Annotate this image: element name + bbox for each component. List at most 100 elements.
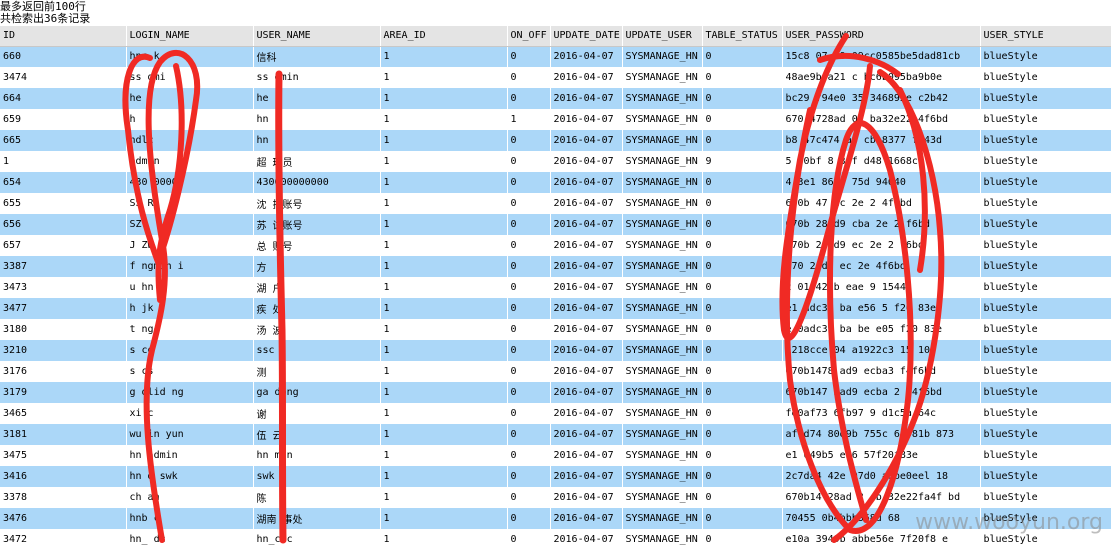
cell-table-status[interactable]: 0 — [702, 508, 783, 529]
cell-id[interactable]: 1 — [0, 151, 127, 172]
cell-on-off[interactable]: 0 — [507, 403, 551, 424]
cell-id[interactable]: 3181 — [0, 424, 127, 445]
cell-update-date[interactable]: 2016-04-07 — [550, 508, 623, 529]
cell-on-off[interactable]: 0 — [507, 361, 551, 382]
cell-update-user[interactable]: SYSMANAGE_HN — [622, 214, 703, 235]
cell-user-style[interactable]: blueStyle — [980, 319, 1111, 340]
cell-update-user[interactable]: SYSMANAGE_HN — [622, 361, 703, 382]
cell-id[interactable]: 3475 — [0, 445, 127, 466]
cell-user-password[interactable]: 2 01 42db eae 9 1544 — [782, 277, 981, 298]
cell-user-style[interactable]: blueStyle — [980, 424, 1111, 445]
cell-user-style[interactable]: blueStyle — [980, 466, 1111, 487]
cell-update-date[interactable]: 2016-04-07 — [550, 172, 623, 193]
cell-id[interactable]: 657 — [0, 235, 127, 256]
table-row[interactable]: 3181 wu in yun 伍 云 1 0 2016-04-07 SYSMANAGE_HN… — [0, 424, 1111, 445]
cell-user-name[interactable]: 430000000000 — [253, 172, 381, 193]
cell-area-id[interactable]: 1 — [380, 298, 508, 319]
cell-update-user[interactable]: SYSMANAGE_HN — [622, 235, 703, 256]
cell-user-name[interactable]: 测 — [253, 361, 381, 382]
cell-area-id[interactable]: 1 — [380, 487, 508, 508]
cell-user-password[interactable]: bc29 f94e0 35 346892e c2b42 — [782, 88, 981, 109]
cell-table-status[interactable]: 0 — [702, 88, 783, 109]
cell-update-user[interactable]: SYSMANAGE_HN — [622, 67, 703, 88]
cell-id[interactable]: 3180 — [0, 319, 127, 340]
cell-id[interactable]: 3473 — [0, 277, 127, 298]
cell-area-id[interactable]: 1 — [380, 340, 508, 361]
cell-on-off[interactable]: 0 — [507, 382, 551, 403]
cell-user-style[interactable]: blueStyle — [980, 130, 1111, 151]
cell-user-name[interactable]: ss dmin — [253, 67, 381, 88]
cell-area-id[interactable]: 1 — [380, 193, 508, 214]
table-row[interactable]: 3210 s cq ssc 1 0 2016-04-07 SYSMANAGE_HN 0 1218… — [0, 340, 1111, 361]
cell-update-user[interactable]: SYSMANAGE_HN — [622, 424, 703, 445]
cell-login-name[interactable]: s cq — [126, 340, 254, 361]
cell-login-name[interactable]: hnc k — [126, 46, 254, 67]
cell-update-date[interactable]: 2016-04-07 — [550, 235, 623, 256]
cell-login-name[interactable]: J ZW — [126, 235, 254, 256]
cell-user-style[interactable]: blueStyle — [980, 445, 1111, 466]
column-header-update-user[interactable]: UPDATE_USER — [622, 26, 703, 47]
cell-area-id[interactable]: 1 — [380, 235, 508, 256]
cell-table-status[interactable]: 0 — [702, 109, 783, 130]
cell-update-date[interactable]: 2016-04-07 — [550, 361, 623, 382]
cell-area-id[interactable]: 1 — [380, 67, 508, 88]
cell-user-style[interactable]: blueStyle — [980, 487, 1111, 508]
cell-user-style[interactable]: blueStyle — [980, 298, 1111, 319]
table-row[interactable]: 3416 hn d swk swk 1 0 2016-04-07 SYSMANAGE_HN 0… — [0, 466, 1111, 487]
cell-update-user[interactable]: SYSMANAGE_HN — [622, 445, 703, 466]
cell-user-password[interactable]: 2c7da4 42e 07d0 adbe0eel 18 — [782, 466, 981, 487]
column-header-area-id[interactable]: AREA_ID — [380, 26, 508, 47]
cell-area-id[interactable]: 1 — [380, 256, 508, 277]
cell-table-status[interactable]: 0 — [702, 46, 783, 67]
cell-login-name[interactable]: h jk — [126, 298, 254, 319]
cell-login-name[interactable]: hn admin — [126, 445, 254, 466]
cell-update-date[interactable]: 2016-04-07 — [550, 382, 623, 403]
cell-update-date[interactable]: 2016-04-07 — [550, 214, 623, 235]
cell-user-password[interactable]: e 0adc39 ba be e05 f20 83e — [782, 319, 981, 340]
table-row[interactable]: 665 ndlc hn c 1 0 2016-04-07 SYSMANAGE_HN 0 b8 4… — [0, 130, 1111, 151]
cell-user-name[interactable]: 超 理员 — [253, 151, 381, 172]
cell-area-id[interactable]: 1 — [380, 172, 508, 193]
cell-on-off[interactable]: 0 — [507, 46, 551, 67]
cell-user-password[interactable]: 670b14 28ad 2 cb 32e22fa4f bd — [782, 487, 981, 508]
cell-update-user[interactable]: SYSMANAGE_HN — [622, 298, 703, 319]
cell-user-style[interactable]: blueStyle — [980, 403, 1111, 424]
cell-user-name[interactable]: hn c — [253, 130, 381, 151]
cell-update-user[interactable]: SYSMANAGE_HN — [622, 88, 703, 109]
cell-login-name[interactable]: admin — [126, 151, 254, 172]
cell-user-style[interactable]: blueStyle — [980, 382, 1111, 403]
cell-update-user[interactable]: SYSMANAGE_HN — [622, 508, 703, 529]
cell-update-date[interactable]: 2016-04-07 — [550, 151, 623, 172]
cell-on-off[interactable]: 0 — [507, 424, 551, 445]
cell-table-status[interactable]: 0 — [702, 361, 783, 382]
table-row[interactable]: 3179 g olid ng ga dong 1 0 2016-04-07 SYSMANAG… — [0, 382, 1111, 403]
cell-user-password[interactable]: b8 47c474 a8 cb 8377 f443d — [782, 130, 981, 151]
cell-user-name[interactable]: 方 — [253, 256, 381, 277]
cell-user-style[interactable]: blueStyle — [980, 46, 1111, 67]
column-header-user-style[interactable]: USER_STYLE — [980, 26, 1111, 47]
cell-update-date[interactable]: 2016-04-07 — [550, 88, 623, 109]
cell-update-user[interactable]: SYSMANAGE_HN — [622, 46, 703, 67]
column-header-user-name[interactable]: USER_NAME — [253, 26, 381, 47]
cell-user-password[interactable]: 670 4728ad 02 ba32e22 4f6bd — [782, 109, 981, 130]
cell-update-date[interactable]: 2016-04-07 — [550, 46, 623, 67]
cell-update-user[interactable]: SYSMANAGE_HN — [622, 256, 703, 277]
cell-area-id[interactable]: 1 — [380, 130, 508, 151]
cell-login-name[interactable]: wu in yun — [126, 424, 254, 445]
cell-on-off[interactable]: 0 — [507, 319, 551, 340]
cell-update-date[interactable]: 2016-04-07 — [550, 130, 623, 151]
cell-on-off[interactable]: 0 — [507, 277, 551, 298]
cell-user-name[interactable]: 沈 护账号 — [253, 193, 381, 214]
cell-area-id[interactable]: 1 — [380, 424, 508, 445]
table-row[interactable]: 3477 h jk 疾 处 1 0 2016-04-07 SYSMANAGE_HN 0 e1 a… — [0, 298, 1111, 319]
cell-area-id[interactable]: 1 — [380, 319, 508, 340]
cell-id[interactable]: 3477 — [0, 298, 127, 319]
cell-user-password[interactable]: 670b147 3ad9 ecba 2 f4f6bd — [782, 382, 981, 403]
cell-id[interactable]: 3210 — [0, 340, 127, 361]
cell-user-style[interactable]: blueStyle — [980, 361, 1111, 382]
table-row[interactable]: 3176 s cs 测 1 0 2016-04-07 SYSMANAGE_HN 0 670b14… — [0, 361, 1111, 382]
cell-user-name[interactable]: he — [253, 88, 381, 109]
table-row[interactable]: 656 SZ 苏 试账号 1 0 2016-04-07 SYSMANAGE_HN 0 670b … — [0, 214, 1111, 235]
cell-user-name[interactable]: hn min — [253, 445, 381, 466]
cell-user-style[interactable]: blueStyle — [980, 214, 1111, 235]
